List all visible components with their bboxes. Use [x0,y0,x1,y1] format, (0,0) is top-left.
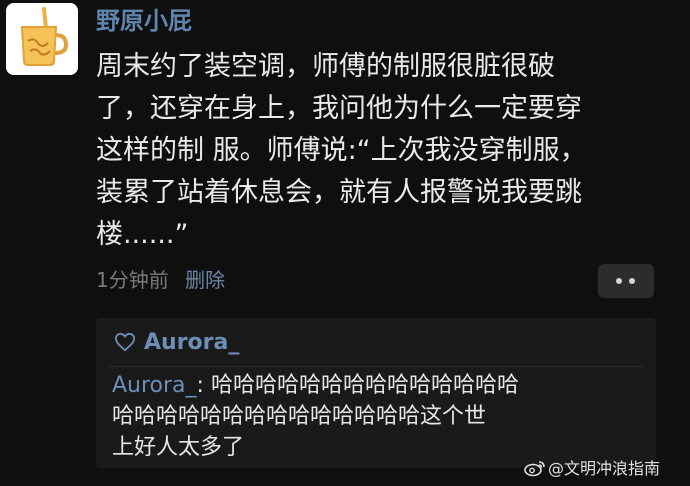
watermark: @文明冲浪指南 [524,458,660,480]
drink-cup-icon [6,3,78,75]
comment-line: 哈哈哈哈哈哈哈哈哈哈哈哈哈哈这个世 [112,404,487,429]
post-body-line: 楼......” [96,219,189,250]
post-body-line: 这样的制 服。师傅说:“上次我没穿制服， [96,135,587,166]
comment-line: Aurora_: 哈哈哈哈哈哈哈哈哈哈哈哈哈哈 [112,370,642,401]
more-options-button[interactable] [598,264,654,298]
heart-outline-icon[interactable] [114,332,136,352]
avatar[interactable] [6,3,78,75]
comment-text: Aurora_: 哈哈哈哈哈哈哈哈哈哈哈哈哈哈 哈哈哈哈哈哈哈哈哈哈哈哈哈哈这个… [112,370,642,463]
comment-line-text: 哈哈哈哈哈哈哈哈哈哈哈哈哈哈 [210,373,519,398]
post-time: 1分钟前 [96,268,169,292]
weibo-icon [524,461,545,477]
comment-box: Aurora_ Aurora_: 哈哈哈哈哈哈哈哈哈哈哈哈哈哈 哈哈哈哈哈哈哈哈… [96,318,656,468]
post-body-line: 周末约了装空调，师傅的制服很脏很破 [96,51,555,82]
like-row[interactable]: Aurora_ [114,328,239,358]
post-body: 周末约了装空调，师傅的制服很脏很破 了，还穿在身上，我问他为什么一定要穿 这样的… [96,46,656,256]
more-dot [629,278,635,284]
more-dot [616,278,622,284]
post-body-line: 了，还穿在身上，我问他为什么一定要穿 [96,93,582,124]
like-user[interactable]: Aurora_ [144,330,239,355]
divider [108,366,644,367]
delete-button[interactable]: 删除 [185,268,225,292]
username[interactable]: 野原小屁 [96,6,192,36]
post-meta: 1分钟前 删除 [96,266,225,294]
comment-author[interactable]: Aurora_ [112,373,197,398]
post-body-line: 装累了站着休息会，就有人报警说我要跳 [96,177,582,208]
watermark-text: @文明冲浪指南 [548,459,661,478]
comment-separator: : [196,373,211,398]
